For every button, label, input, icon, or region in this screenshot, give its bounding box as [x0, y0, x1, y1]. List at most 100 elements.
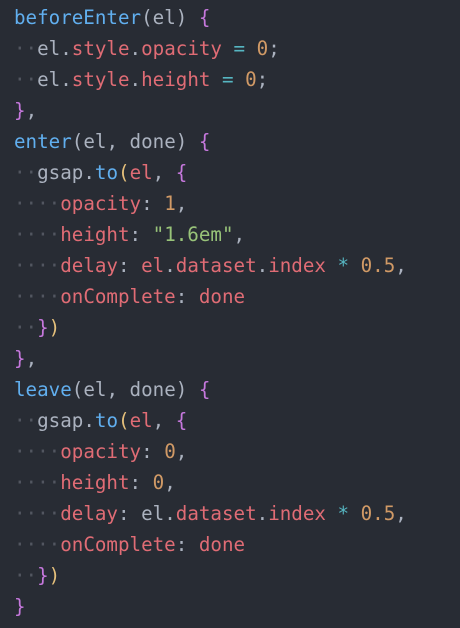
code-token: ,: [25, 99, 38, 122]
code-token: style: [71, 68, 130, 91]
code-token: {: [198, 130, 211, 153]
code-token: index: [268, 502, 326, 525]
code-token: .: [60, 68, 72, 91]
code-token: done: [129, 130, 176, 153]
code-token: (: [71, 378, 84, 401]
code-token: gsap: [37, 409, 84, 432]
code-token: ): [175, 378, 199, 401]
indent-whitespace-marker: ··: [14, 502, 38, 525]
code-token: ,: [106, 378, 130, 401]
code-token: beforeEnter: [14, 6, 142, 29]
code-line[interactable]: ··gsap.to(el, {: [0, 157, 460, 188]
code-token: *: [325, 254, 361, 277]
code-token: {: [175, 161, 188, 184]
code-token: 0: [164, 440, 176, 463]
code-line[interactable]: ····opacity: 1,: [0, 188, 460, 219]
code-token: el: [141, 254, 165, 277]
code-token: ,: [152, 409, 176, 432]
code-token: opacity: [141, 37, 222, 60]
code-token: "1.6em": [152, 223, 234, 246]
code-token: ,: [152, 161, 176, 184]
code-token: onComplete: [60, 533, 176, 556]
code-token: }: [37, 564, 49, 587]
code-token: leave: [14, 378, 72, 401]
code-token: done: [198, 533, 246, 556]
code-line[interactable]: beforeEnter(el) {: [0, 2, 460, 33]
code-token: .: [256, 502, 269, 525]
code-token: ,: [175, 440, 188, 463]
code-token: el: [129, 161, 153, 184]
code-token: ,: [395, 502, 407, 525]
code-token: {: [198, 378, 211, 401]
indent-whitespace-marker: ··: [14, 223, 38, 246]
code-token: ,: [175, 192, 188, 215]
code-token: height: [60, 471, 130, 494]
code-token: {: [198, 6, 211, 29]
code-token: *: [325, 502, 361, 525]
code-line[interactable]: },: [0, 343, 460, 374]
code-token: el: [129, 409, 153, 432]
code-token: height: [141, 68, 211, 91]
code-token: to: [94, 409, 118, 432]
indent-whitespace-marker: ··: [37, 502, 61, 525]
code-token: :: [117, 502, 142, 525]
code-token: el: [37, 37, 61, 60]
code-token: (: [118, 161, 130, 184]
code-line[interactable]: ····height: 0,: [0, 467, 460, 498]
indent-whitespace-marker: ··: [14, 161, 38, 184]
code-token: (: [141, 6, 153, 29]
code-token: .: [129, 68, 142, 91]
code-line[interactable]: ····delay: el.dataset.index * 0.5,: [0, 250, 460, 281]
code-line[interactable]: ··gsap.to(el, {: [0, 405, 460, 436]
code-token: .: [256, 254, 269, 277]
code-token: =: [210, 68, 246, 91]
code-token: .: [60, 37, 72, 60]
indent-whitespace-marker: ··: [37, 254, 61, 277]
code-token: ,: [25, 347, 38, 370]
code-token: :: [141, 440, 165, 463]
code-token: .: [129, 37, 142, 60]
code-line[interactable]: leave(el, done) {: [0, 374, 460, 405]
code-token: 1: [164, 192, 176, 215]
indent-whitespace-marker: ··: [14, 254, 38, 277]
code-line[interactable]: },: [0, 95, 460, 126]
code-line[interactable]: }: [0, 591, 460, 622]
code-token: ,: [164, 471, 176, 494]
code-line[interactable]: ····opacity: 0,: [0, 436, 460, 467]
code-line[interactable]: ····onComplete: done: [0, 529, 460, 560]
code-line[interactable]: ··el.style.opacity = 0;: [0, 33, 460, 64]
code-token: enter: [14, 130, 72, 153]
code-token: el: [83, 378, 107, 401]
indent-whitespace-marker: ··: [14, 533, 38, 556]
indent-whitespace-marker: ··: [14, 316, 38, 339]
code-token: ): [48, 316, 61, 339]
code-line[interactable]: enter(el, done) {: [0, 126, 460, 157]
code-token: (: [71, 130, 84, 153]
code-token: onComplete: [60, 285, 176, 308]
code-token: ): [175, 6, 199, 29]
code-line[interactable]: ··}): [0, 312, 460, 343]
code-token: ,: [233, 223, 246, 246]
code-token: ): [48, 564, 61, 587]
code-token: done: [129, 378, 176, 401]
code-token: el: [152, 6, 176, 29]
code-editor: beforeEnter(el) {··el.style.opacity = 0;…: [0, 0, 460, 628]
code-token: style: [71, 37, 130, 60]
code-token: 0: [152, 471, 165, 494]
code-token: dataset: [175, 502, 257, 525]
code-token: :: [117, 254, 142, 277]
code-line[interactable]: ····onComplete: done: [0, 281, 460, 312]
code-token: :: [141, 192, 165, 215]
code-token: el: [141, 502, 165, 525]
code-line[interactable]: ··}): [0, 560, 460, 591]
indent-whitespace-marker: ··: [14, 564, 38, 587]
code-token: {: [175, 409, 188, 432]
code-line[interactable]: ····delay: el.dataset.index * 0.5,: [0, 498, 460, 529]
indent-whitespace-marker: ··: [14, 471, 38, 494]
indent-whitespace-marker: ··: [14, 440, 38, 463]
code-token: .: [83, 409, 95, 432]
code-token: gsap: [37, 161, 84, 184]
code-line[interactable]: ··el.style.height = 0;: [0, 64, 460, 95]
indent-whitespace-marker: ··: [37, 285, 61, 308]
code-line[interactable]: ····height: "1.6em",: [0, 219, 460, 250]
